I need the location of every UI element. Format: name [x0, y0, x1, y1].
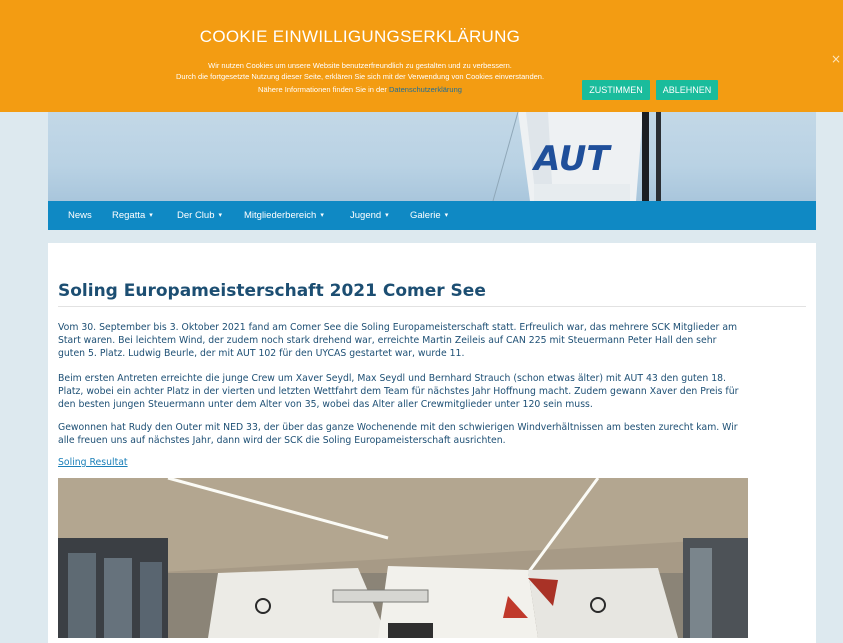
- caret-down-icon: ▾: [385, 212, 389, 219]
- paragraph-line: Beim ersten Antreten erreichte die junge…: [58, 373, 726, 384]
- paragraph-line: Start waren. Bei leichtem Wind, der zude…: [58, 335, 717, 346]
- nav-item-regatta[interactable]: Regatta ▾: [112, 201, 153, 230]
- paragraph-line: guten 5. Platz. Ludwig Beurle, der mit A…: [58, 348, 465, 359]
- nav-item-galerie[interactable]: Galerie ▾: [410, 201, 448, 230]
- header-banner-image: AUT: [48, 112, 816, 201]
- paragraph-line: den besten jungen Steuermann unter dem A…: [58, 399, 593, 410]
- sailboat-illustration: AUT: [492, 112, 661, 201]
- privacy-policy-link[interactable]: Datenschutzerklärung: [389, 85, 462, 94]
- paragraph-line: Gewonnen hat Rudy den Outer mit NED 33, …: [58, 422, 738, 433]
- article-photo: [58, 478, 748, 638]
- title-divider: [58, 306, 806, 307]
- caret-down-icon: ▾: [149, 212, 153, 219]
- nav-item-label: Mitgliederbereich: [244, 210, 317, 221]
- caret-down-icon: ▾: [444, 212, 449, 219]
- main-navigation: News Regatta ▾ Der Club ▾ Mitgliederbereic…: [48, 201, 816, 230]
- caret-down-icon: ▾: [320, 212, 324, 219]
- article-paragraph-2: Beim ersten Antreten erreichte die junge…: [58, 372, 810, 411]
- article-paragraph-1: Vom 30. September bis 3. Oktober 2021 fa…: [58, 321, 810, 360]
- caret-down-icon: ▾: [218, 212, 223, 219]
- close-icon[interactable]: ×: [831, 52, 841, 66]
- nav-item-label: Der Club: [177, 210, 215, 221]
- article-container: Soling Europameisterschaft 2021 Comer Se…: [48, 243, 816, 643]
- nav-item-news[interactable]: News: [68, 201, 92, 230]
- paragraph-line: Platz, wobei ein achter Platz in der vie…: [58, 386, 739, 397]
- rigging-line: [492, 112, 519, 201]
- reject-cookies-button[interactable]: ABLEHNEN: [656, 80, 718, 100]
- nav-item-jugend[interactable]: Jugend ▾: [350, 201, 389, 230]
- accept-cookies-button[interactable]: ZUSTIMMEN: [582, 80, 650, 100]
- nav-item-label: Regatta: [112, 210, 146, 221]
- cookie-banner: COOKIE EINWILLIGUNGSERKLÄRUNG Wir nutzen…: [0, 0, 843, 112]
- article-paragraph-3: Gewonnen hat Rudy den Outer mit NED 33, …: [58, 421, 810, 447]
- boathall-photo-illustration: [58, 478, 748, 638]
- paragraph-line: Vom 30. September bis 3. Oktober 2021 fa…: [58, 322, 738, 333]
- nav-item-label: Galerie: [410, 210, 441, 221]
- nav-item-label: Jugend: [350, 210, 382, 221]
- nav-item-label: News: [68, 210, 92, 221]
- soling-result-link[interactable]: Soling Resultat: [58, 457, 128, 468]
- page-title: Soling Europameisterschaft 2021 Comer Se…: [58, 281, 486, 301]
- cookie-title: COOKIE EINWILLIGUNGSERKLÄRUNG: [199, 27, 521, 46]
- mast: [642, 112, 649, 201]
- cookie-text-line-1: Wir nutzen Cookies um unsere Website ben…: [208, 61, 512, 70]
- mast-rear: [656, 112, 661, 201]
- nav-item-mitgliederbereich[interactable]: Mitgliederbereich ▾: [244, 201, 324, 230]
- paragraph-line: alle freuen uns auf nächstes Jahr, dann …: [58, 435, 506, 446]
- nav-item-der-club[interactable]: Der Club ▾: [177, 201, 222, 230]
- sail-lower-panel: [534, 184, 630, 201]
- sail-text: AUT: [531, 139, 612, 179]
- cookie-info-text: Nähere Informationen finden Sie in der: [258, 85, 389, 94]
